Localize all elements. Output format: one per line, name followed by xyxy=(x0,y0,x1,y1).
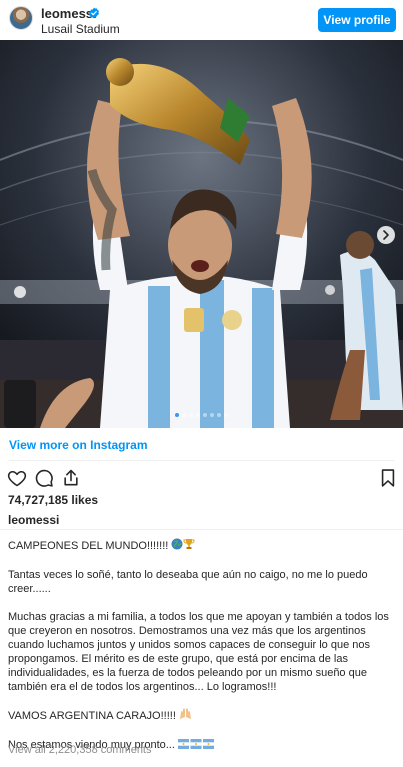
carousel-dot xyxy=(182,413,186,417)
globe-emoji-icon xyxy=(171,538,183,554)
location-link[interactable]: Lusail Stadium xyxy=(41,22,120,36)
carousel-dot xyxy=(224,413,228,417)
carousel-indicator xyxy=(0,413,403,417)
caption-paragraph: Tantas veces lo soñé, tanto lo deseaba q… xyxy=(8,569,368,595)
caption-text: CAMPEONES DEL MUNDO!!!!!!! xyxy=(8,540,169,552)
caption-username[interactable]: leomessi xyxy=(8,513,59,527)
carousel-dot xyxy=(203,413,207,417)
view-profile-button[interactable]: View profile xyxy=(318,8,396,32)
divider xyxy=(9,460,394,461)
carousel-dot xyxy=(175,413,179,417)
caption-text: VAMOS ARGENTINA CARAJO!!!!! xyxy=(8,710,176,722)
trophy-emoji-icon xyxy=(183,538,195,554)
like-count[interactable]: 74,727,185 likes xyxy=(8,493,98,507)
verified-badge-icon xyxy=(89,7,99,19)
chevron-right-icon xyxy=(383,230,389,240)
divider xyxy=(0,529,403,530)
comment-icon[interactable] xyxy=(34,468,54,488)
argentina-flag-emoji-icon xyxy=(177,739,214,753)
post-caption: CAMPEONES DEL MUNDO!!!!!!! Tantas veces … xyxy=(8,538,396,753)
share-icon[interactable] xyxy=(61,468,81,488)
post-header: leomessi Lusail Stadium View profile xyxy=(0,0,403,40)
carousel-next-button[interactable] xyxy=(377,226,395,244)
post-image[interactable] xyxy=(0,40,403,428)
bookmark-icon[interactable] xyxy=(378,468,398,488)
avatar[interactable] xyxy=(9,6,33,30)
view-all-comments-link[interactable]: View all 2,220,358 comments xyxy=(8,744,152,756)
carousel-dot xyxy=(210,413,214,417)
view-more-link[interactable]: View more on Instagram xyxy=(9,438,148,452)
caption-paragraph: CAMPEONES DEL MUNDO!!!!!!! xyxy=(8,538,396,554)
raising-hands-emoji-icon xyxy=(179,708,192,724)
caption-paragraph: Muchas gracias a mi familia, a todos los… xyxy=(8,611,389,693)
post-photo-illustration xyxy=(0,40,403,428)
carousel-dot xyxy=(217,413,221,417)
heart-icon[interactable] xyxy=(7,468,27,488)
carousel-dot xyxy=(189,413,193,417)
caption-paragraph: VAMOS ARGENTINA CARAJO!!!!! xyxy=(8,708,396,724)
carousel-dot xyxy=(196,413,200,417)
